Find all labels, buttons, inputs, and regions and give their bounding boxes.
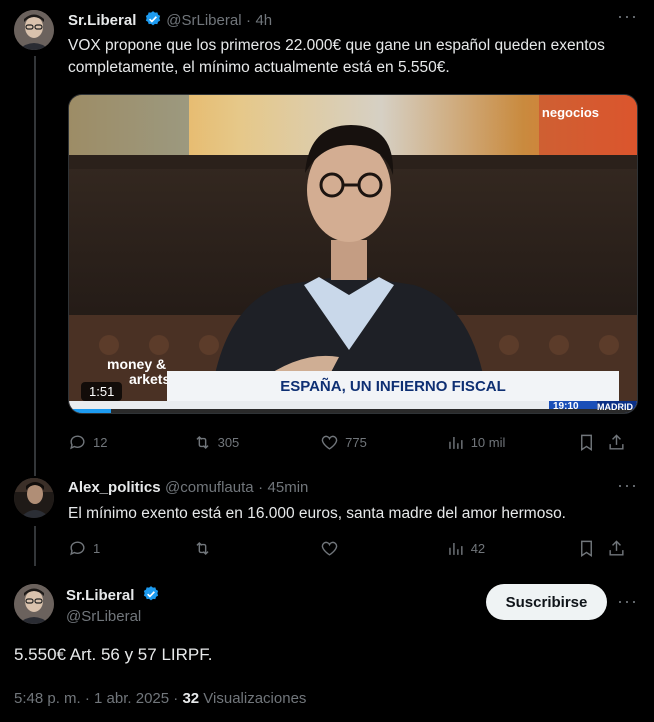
separator: · [258, 479, 264, 496]
retweet-icon [196, 541, 209, 555]
more-options-icon[interactable]: ··· [617, 6, 638, 27]
retweet-button[interactable] [193, 539, 321, 558]
reply-button[interactable]: 12 [68, 433, 193, 452]
tweet-meta: 5:48 p. m. · 1 abr. 2025 · 32 Visualizac… [14, 690, 306, 707]
retweet-count: 305 [217, 434, 240, 450]
tweet3-author: Sr.Liberal @SrLiberal [66, 585, 160, 625]
channel-logo: negocios [541, 105, 599, 120]
tweet-text: VOX propone que los primeros 22.000€ que… [68, 37, 605, 76]
retweet-button[interactable]: 305 [193, 433, 321, 452]
bookmark-button[interactable] [577, 433, 606, 452]
verified-badge-icon [144, 10, 162, 28]
reply-button[interactable]: 1 [68, 539, 193, 558]
views-button[interactable]: 42 [446, 539, 577, 558]
bookmark-icon [581, 434, 593, 451]
separator: · [246, 12, 251, 29]
headline-text: ESPAÑA, UN INFIERNO FISCAL [280, 377, 506, 395]
heart-icon [321, 435, 338, 450]
more-options-icon[interactable]: ··· [617, 475, 638, 496]
share-button[interactable] [607, 539, 636, 558]
bookmark-icon [581, 540, 593, 557]
author-handle[interactable]: @SrLiberal [166, 12, 241, 29]
reply-count: 1 [93, 540, 101, 556]
thread-line [34, 56, 36, 476]
video-duration: 1:51 [81, 382, 123, 401]
share-icon [609, 433, 624, 450]
share-icon [609, 539, 624, 556]
analytics-icon [448, 436, 463, 449]
like-button[interactable]: 775 [320, 433, 446, 452]
share-button[interactable] [607, 433, 636, 452]
ticker-city: MADRID [597, 402, 633, 412]
retweet-icon [196, 435, 209, 449]
tweet1-actions: 12 305 775 10 mil [68, 430, 636, 454]
author-name[interactable]: Alex_politics [68, 479, 161, 496]
views-label: Visualizaciones [203, 690, 307, 707]
timestamp[interactable]: 4h [255, 12, 272, 29]
author-name[interactable]: Sr.Liberal [66, 587, 134, 604]
post-timestamp[interactable]: 5:48 p. m. · 1 abr. 2025 · [14, 690, 178, 707]
headline-banner: ESPAÑA, UN INFIERNO FISCAL [167, 371, 619, 401]
tweet2-actions: 1 42 [68, 536, 636, 560]
subscribe-button[interactable]: Suscribirse [486, 584, 607, 620]
like-button[interactable] [320, 539, 446, 558]
author-name[interactable]: Sr.Liberal [68, 12, 136, 29]
verified-badge-icon [142, 585, 160, 603]
brand-line-1: money & [107, 356, 167, 372]
thread-line-2 [34, 526, 36, 566]
avatar[interactable] [14, 478, 54, 518]
view-count: 42 [470, 540, 486, 556]
views-button[interactable]: 10 mil [446, 433, 577, 452]
analytics-icon [448, 542, 463, 555]
view-count: 10 mil [470, 434, 506, 450]
bookmark-button[interactable] [577, 539, 606, 558]
tweet1-header: Sr.Liberal @SrLiberal · 4h [68, 10, 272, 30]
heart-icon [321, 541, 338, 556]
tweet-text: El mínimo exento está en 16.000 euros, s… [68, 505, 566, 522]
like-count: 775 [345, 434, 367, 450]
reply-icon [70, 540, 85, 555]
author-handle[interactable]: @comuflauta [165, 479, 254, 496]
video-player[interactable]: negocios money & arkets. ESPAÑA, UN INFI… [68, 94, 638, 414]
tweet2-header: Alex_politics @comuflauta · 45min [68, 479, 308, 497]
reply-icon [70, 434, 85, 449]
ticker-clock: 19:10 [553, 401, 579, 412]
views-count: 32 [182, 690, 200, 707]
reply-count: 12 [93, 434, 108, 450]
author-handle[interactable]: @SrLiberal [66, 608, 160, 625]
avatar[interactable] [14, 10, 54, 50]
timestamp[interactable]: 45min [268, 479, 309, 496]
tweet-text: 5.550€ Art. 56 y 57 LIRPF. [14, 645, 213, 664]
more-options-icon[interactable]: ··· [617, 591, 638, 612]
avatar[interactable] [14, 584, 54, 624]
